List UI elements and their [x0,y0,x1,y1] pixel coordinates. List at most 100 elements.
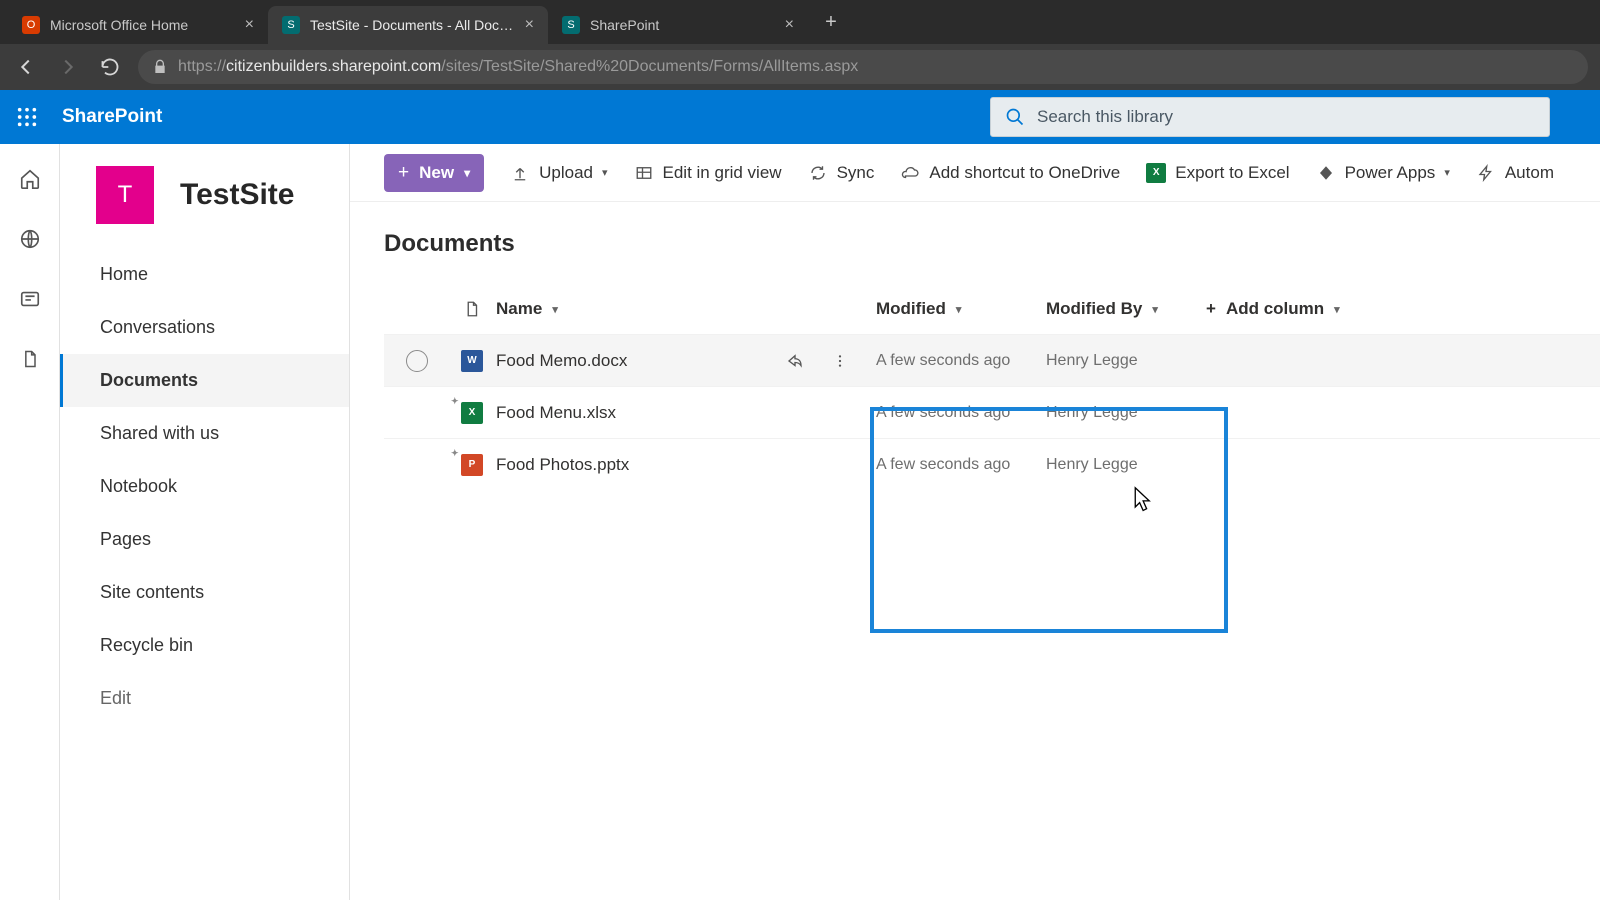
browser-tab-sharepoint[interactable]: S SharePoint × [548,6,808,44]
tab-title: TestSite - Documents - All Docum [310,17,515,33]
suite-bar: SharePoint Search this library [0,90,1600,144]
cell-modified: A few seconds ago [866,352,1046,370]
table-row[interactable]: W Food Memo.docx A few seconds ago Henry… [384,334,1600,386]
chevron-down-icon: ▾ [1444,166,1450,179]
nav-conversations[interactable]: Conversations [60,301,349,354]
nav-recycle-bin[interactable]: Recycle bin [60,619,349,672]
chevron-down-icon: ▾ [602,166,608,179]
cell-modified-by[interactable]: Henry Legge [1046,352,1206,370]
site-logo[interactable]: T [96,166,154,224]
column-name[interactable]: Name ▾ [496,299,866,319]
site-header: T TestSite [60,144,349,246]
nav-documents[interactable]: Documents [60,354,349,407]
site-name[interactable]: TestSite [180,178,294,212]
file-name[interactable]: Food Menu.xlsx [496,403,616,423]
cell-modified: A few seconds ago [866,456,1046,474]
tab-title: Microsoft Office Home [50,17,235,33]
browser-tab-testsite[interactable]: S TestSite - Documents - All Docum × [268,6,548,44]
table-row[interactable]: X✦ Food Menu.xlsx A few seconds ago Henr… [384,386,1600,438]
site-nav: Home Conversations Documents Shared with… [60,246,349,725]
new-label: New [419,163,454,183]
file-name[interactable]: Food Memo.docx [496,351,627,371]
tab-close-icon[interactable]: × [525,16,534,34]
suite-product-name[interactable]: SharePoint [62,106,162,128]
table-row[interactable]: P✦ Food Photos.pptx A few seconds ago He… [384,438,1600,490]
library-content: Documents Name ▾ Modified ▾ [350,202,1600,490]
file-table: Name ▾ Modified ▾ Modified By ▾ + Add co… [384,284,1600,490]
rail-files-icon[interactable] [17,346,43,372]
grid-icon [634,163,654,183]
rail-news-icon[interactable] [17,286,43,312]
column-modified-by[interactable]: Modified By ▾ [1046,299,1206,319]
left-column: T TestSite Home Conversations Documents … [60,144,350,900]
reload-button[interactable] [96,53,124,81]
chevron-down-icon: ▾ [464,166,470,180]
sync-icon [808,163,828,183]
loading-icon: ✦ [451,396,459,407]
add-column-button[interactable]: + Add column ▾ [1206,299,1386,319]
upload-icon [510,163,530,183]
search-placeholder: Search this library [1037,107,1173,127]
cell-modified: A few seconds ago [866,404,1046,422]
plus-icon: + [398,162,409,184]
column-type-icon[interactable] [448,299,496,319]
search-input[interactable]: Search this library [990,97,1550,137]
favicon-sharepoint-icon: S [562,16,580,34]
more-actions-icon[interactable] [832,352,848,370]
favicon-sharepoint-icon: S [282,16,300,34]
word-file-icon: W [461,350,483,372]
favicon-office-icon: O [22,16,40,34]
nav-home[interactable]: Home [60,248,349,301]
nav-edit[interactable]: Edit [60,672,349,725]
chevron-down-icon: ▾ [956,303,962,316]
chevron-down-icon: ▾ [1152,303,1158,316]
edit-grid-button[interactable]: Edit in grid view [634,163,782,183]
cell-modified-by[interactable]: Henry Legge [1046,456,1206,474]
excel-icon: X [1146,163,1166,183]
add-shortcut-button[interactable]: Add shortcut to OneDrive [900,163,1120,183]
command-bar: + New ▾ Upload ▾ Edit in grid view Sync … [350,144,1600,202]
automate-icon [1476,163,1496,183]
nav-pages[interactable]: Pages [60,513,349,566]
loading-icon: ✦ [451,448,459,459]
tab-close-icon[interactable]: × [245,16,254,34]
upload-button[interactable]: Upload ▾ [510,163,607,183]
new-tab-button[interactable]: + [816,7,846,37]
browser-chrome: O Microsoft Office Home × S TestSite - D… [0,0,1600,90]
search-icon [1005,107,1025,127]
rail-home-icon[interactable] [17,166,43,192]
nav-site-contents[interactable]: Site contents [60,566,349,619]
back-button[interactable] [12,53,40,81]
address-bar[interactable]: https://citizenbuilders.sharepoint.com/s… [138,50,1588,84]
forward-button[interactable] [54,53,82,81]
file-name[interactable]: Food Photos.pptx [496,455,629,475]
export-excel-button[interactable]: X Export to Excel [1146,163,1289,183]
app-launcher-button[interactable] [10,100,44,134]
browser-tab-office[interactable]: O Microsoft Office Home × [8,6,268,44]
chevron-down-icon: ▾ [552,303,558,316]
new-button[interactable]: + New ▾ [384,154,484,192]
onedrive-icon [900,163,920,183]
row-select[interactable] [406,350,428,372]
cell-modified-by[interactable]: Henry Legge [1046,404,1206,422]
nav-shared-with-us[interactable]: Shared with us [60,407,349,460]
share-icon[interactable] [786,352,804,370]
library-title: Documents [384,230,1600,258]
power-apps-button[interactable]: Power Apps ▾ [1316,163,1450,183]
app-rail [0,144,60,900]
nav-notebook[interactable]: Notebook [60,460,349,513]
chevron-down-icon: ▾ [1334,303,1340,316]
column-modified[interactable]: Modified ▾ [866,299,1046,319]
rail-globe-icon[interactable] [17,226,43,252]
address-row: https://citizenbuilders.sharepoint.com/s… [0,44,1600,90]
table-header: Name ▾ Modified ▾ Modified By ▾ + Add co… [384,284,1600,334]
automate-button[interactable]: Autom [1476,163,1554,183]
tab-close-icon[interactable]: × [785,16,794,34]
tab-title: SharePoint [590,17,775,33]
excel-file-icon: X✦ [461,402,483,424]
powerpoint-file-icon: P✦ [461,454,483,476]
powerapps-icon [1316,163,1336,183]
sync-button[interactable]: Sync [808,163,875,183]
main-area: + New ▾ Upload ▾ Edit in grid view Sync … [350,144,1600,900]
lock-icon [152,59,168,75]
